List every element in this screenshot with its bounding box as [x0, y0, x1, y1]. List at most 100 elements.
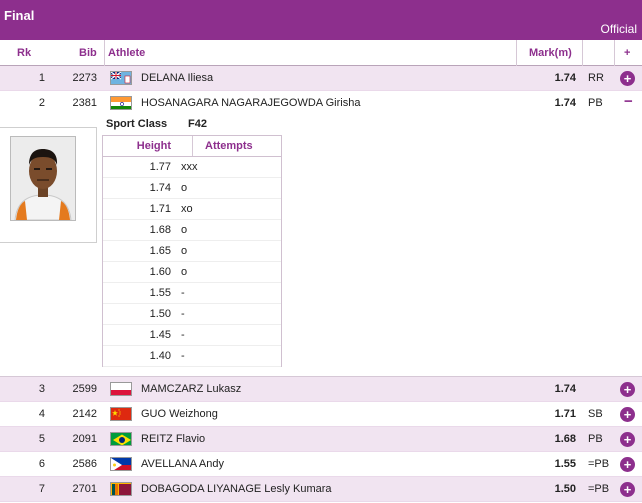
attempt-height: 1.45	[149, 329, 171, 341]
expand-icon[interactable]: +	[620, 71, 635, 86]
table-row[interactable]: 7 2701 DOBAGODA LIYANAGE Lesly Kumara 1.…	[0, 477, 642, 502]
bib-cell: 2273	[72, 72, 97, 84]
height-header: Height	[136, 140, 171, 152]
results-header: Final Official	[0, 0, 642, 40]
athlete-column-header[interactable]: Athlete	[108, 47, 145, 59]
bib-cell: 2091	[72, 433, 97, 445]
record-badge: RR	[588, 72, 604, 84]
expand-icon[interactable]: +	[620, 457, 635, 472]
attempt-height: 1.50	[149, 308, 171, 320]
athlete-photo	[10, 136, 76, 221]
bib-cell: 2586	[72, 458, 97, 470]
brazil-flag-icon	[110, 432, 132, 446]
attempt-height: 1.77	[149, 161, 171, 173]
poland-flag-icon	[110, 382, 132, 396]
attempt-result: o	[181, 182, 188, 194]
attempt-height: 1.55	[149, 287, 171, 299]
table-row[interactable]: 4 2142 GUO Weizhong 1.71 SB +	[0, 402, 642, 427]
bib-cell: 2142	[72, 408, 97, 420]
sport-class-label: Sport Class	[106, 118, 168, 130]
record-badge: =PB	[588, 458, 610, 470]
rank-cell: 4	[38, 408, 45, 420]
status-label: Official	[600, 22, 637, 36]
record-badge: PB	[588, 97, 603, 109]
table-row[interactable]: 2 2381 HOSANAGARA NAGARAJEGOWDA Girisha …	[0, 91, 642, 116]
attempt-height: 1.40	[149, 350, 171, 362]
mark-cell: 1.74	[554, 383, 576, 395]
table-row[interactable]: 1 2273 DELANA Iliesa 1.74 RR +	[0, 66, 642, 91]
sri-lanka-flag-icon	[110, 482, 132, 496]
attempt-row: 1.77 xxx	[103, 157, 281, 178]
expand-icon[interactable]: +	[620, 432, 635, 447]
sport-class-value: F42	[188, 118, 207, 130]
attempt-result: xxx	[181, 161, 198, 173]
expand-icon[interactable]: +	[620, 382, 635, 397]
expand-icon[interactable]: +	[620, 482, 635, 497]
attempt-row: 1.50-	[103, 304, 281, 325]
athlete-photo-frame	[0, 127, 97, 243]
attempt-row: 1.65 o	[103, 241, 281, 262]
athlete-name[interactable]: MAMCZARZ Lukasz	[141, 383, 241, 395]
india-flag-icon	[110, 96, 132, 110]
attempt-row: 1.71 xo	[103, 199, 281, 220]
rank-cell: 6	[38, 458, 45, 470]
collapse-icon[interactable]: −	[624, 93, 633, 110]
attempt-row: 1.60 o	[103, 262, 281, 283]
record-badge: =PB	[588, 483, 610, 495]
athlete-name[interactable]: REITZ Flavio	[141, 433, 205, 445]
attempt-height: 1.60	[149, 266, 171, 278]
bib-cell: 2599	[72, 383, 97, 395]
mark-cell: 1.71	[554, 408, 576, 420]
attempt-height: 1.71	[149, 203, 171, 215]
mark-column-header[interactable]: Mark(m)	[529, 47, 572, 59]
attempt-height: 1.65	[149, 245, 171, 257]
china-flag-icon	[110, 407, 132, 421]
attempt-result: xo	[181, 203, 193, 215]
attempt-height: 1.74	[149, 182, 171, 194]
attempts-table: Height Attempts 1.77 xxx 1.74 o 1.71 xo 1.6…	[102, 135, 282, 367]
attempts-header: Attempts	[205, 140, 253, 152]
mark-cell: 1.74	[554, 97, 576, 109]
fiji-flag-icon	[110, 71, 132, 85]
attempts-table-header: Height Attempts	[103, 136, 281, 157]
page-title: Final	[4, 8, 35, 23]
athlete-name[interactable]: AVELLANA Andy	[141, 458, 224, 470]
rank-cell: 3	[38, 383, 45, 395]
plus-column-header[interactable]: +	[624, 47, 630, 59]
mark-cell: 1.50	[554, 483, 576, 495]
attempt-height: 1.68	[149, 224, 171, 236]
athlete-name[interactable]: DOBAGODA LIYANAGE Lesly Kumara	[141, 483, 332, 495]
rank-cell: 7	[38, 483, 45, 495]
bib-column-header[interactable]: Bib	[79, 47, 97, 59]
attempt-row: 1.55-	[103, 283, 281, 304]
attempt-row: 1.74 o	[103, 178, 281, 199]
record-badge: SB	[588, 408, 603, 420]
bib-cell: 2381	[72, 97, 97, 109]
athlete-detail-panel: Sport Class F42 Height Attempts 1.77 xxx …	[0, 116, 642, 377]
expand-icon[interactable]: +	[620, 407, 635, 422]
athlete-name[interactable]: HOSANAGARA NAGARAJEGOWDA Girisha	[141, 97, 360, 109]
table-row[interactable]: 5 2091 REITZ Flavio 1.68 PB +	[0, 427, 642, 452]
attempt-result: o	[181, 245, 188, 257]
rank-cell: 1	[38, 72, 45, 84]
bib-cell: 2701	[72, 483, 97, 495]
record-badge: PB	[588, 433, 603, 445]
attempt-result: o	[181, 266, 188, 278]
athlete-name[interactable]: DELANA Iliesa	[141, 72, 213, 84]
column-header-row: Rk Bib Athlete Mark(m) +	[0, 40, 642, 66]
philippines-flag-icon	[110, 457, 132, 471]
mark-cell: 1.74	[554, 72, 576, 84]
table-row[interactable]: 3 2599 MAMCZARZ Lukasz 1.74 +	[0, 377, 642, 402]
attempt-row: 1.68 o	[103, 220, 281, 241]
rank-column-header[interactable]: Rk	[17, 47, 31, 59]
table-row[interactable]: 6 2586 AVELLANA Andy 1.55 =PB +	[0, 452, 642, 477]
athlete-name[interactable]: GUO Weizhong	[141, 408, 218, 420]
attempt-result: -	[181, 329, 185, 341]
attempt-result: -	[181, 287, 185, 299]
mark-cell: 1.55	[554, 458, 576, 470]
attempt-row: 1.45-	[103, 325, 281, 346]
rank-cell: 5	[38, 433, 45, 445]
attempt-result: o	[181, 224, 188, 236]
mark-cell: 1.68	[554, 433, 576, 445]
attempt-result: -	[181, 350, 185, 362]
